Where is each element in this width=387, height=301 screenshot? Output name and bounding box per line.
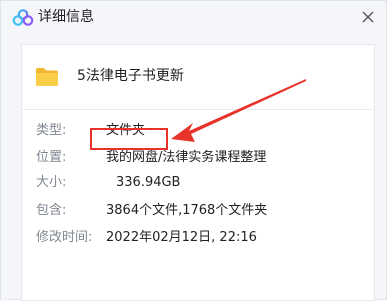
- type-label: 类型:: [36, 123, 67, 138]
- detail-row-contains: 包含: 3864个文件,1768个文件夹: [36, 201, 366, 221]
- folder-icon: [36, 68, 58, 86]
- modified-label: 修改时间:: [36, 230, 93, 245]
- contains-value: 3864个文件,1768个文件夹: [106, 203, 268, 218]
- details-dialog: 详细信息 5法律电子书更新 类型: 文件夹 位置: 我的网盘/法律实务课程整理 …: [0, 0, 387, 301]
- dialog-titlebar: 详细信息: [1, 1, 386, 33]
- details-panel: 5法律电子书更新 类型: 文件夹 位置: 我的网盘/法律实务课程整理 大小: 3…: [21, 44, 375, 301]
- contains-label: 包含:: [36, 203, 67, 218]
- close-icon[interactable]: [358, 7, 378, 27]
- location-value[interactable]: 我的网盘/法律实务课程整理: [106, 148, 266, 168]
- modified-value: 2022年02月12日, 22:16: [106, 230, 257, 245]
- file-header: 5法律电子书更新: [22, 45, 374, 110]
- detail-row-modified: 修改时间: 2022年02月12日, 22:16: [36, 228, 366, 248]
- size-value: 336.94GB: [116, 175, 181, 190]
- size-highlight-box: [90, 128, 168, 150]
- dialog-title: 详细信息: [38, 9, 94, 25]
- annotation-arrow-icon: [171, 79, 306, 142]
- detail-row-location: 位置: 我的网盘/法律实务课程整理: [36, 148, 366, 168]
- left-edge: [1, 33, 9, 301]
- location-label: 位置:: [36, 150, 67, 165]
- file-name: 5法律电子书更新: [77, 68, 184, 84]
- app-logo-icon: [12, 9, 34, 26]
- size-label: 大小:: [36, 175, 67, 190]
- detail-row-size: 大小: 336.94GB: [36, 173, 366, 193]
